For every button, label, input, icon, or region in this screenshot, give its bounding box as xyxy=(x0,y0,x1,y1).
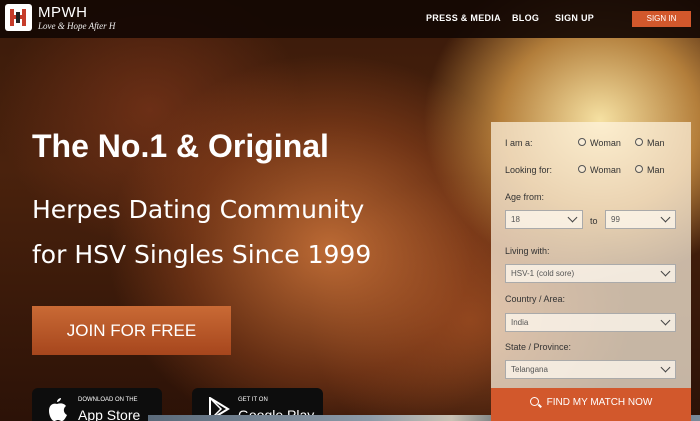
i-am-woman-label[interactable]: Woman xyxy=(590,138,621,148)
i-am-woman-radio[interactable] xyxy=(578,138,586,146)
i-am-man-radio[interactable] xyxy=(635,138,643,146)
search-icon xyxy=(529,396,539,406)
app-store-small-text: DOWNLOAD ON THE xyxy=(78,397,138,403)
chevron-down-icon xyxy=(660,362,671,373)
age-to-label: to xyxy=(590,216,598,226)
chevron-down-icon xyxy=(660,315,671,326)
nav-press-media[interactable]: PRESS & MEDIA xyxy=(426,13,501,23)
find-my-match-button[interactable]: FIND MY MATCH NOW xyxy=(491,388,691,421)
looking-for-man-label[interactable]: Man xyxy=(647,165,665,175)
state-select[interactable]: Telangana xyxy=(505,360,676,379)
looking-for-label: Looking for: xyxy=(505,165,553,175)
living-with-select[interactable]: HSV-1 (cold sore) xyxy=(505,264,676,283)
age-to-value: 99 xyxy=(611,215,620,224)
hero-subline-1: Herpes Dating Community xyxy=(32,195,365,224)
logo-tagline: Love & Hope After H xyxy=(38,21,116,31)
join-for-free-button[interactable]: JOIN FOR FREE xyxy=(32,306,231,355)
app-store-badge[interactable]: DOWNLOAD ON THE App Store xyxy=(32,388,162,421)
logo-name[interactable]: MPWH xyxy=(38,4,88,21)
sign-in-button[interactable]: SIGN IN xyxy=(632,11,691,27)
app-store-big-text: App Store xyxy=(78,407,141,421)
nav-sign-up[interactable]: SIGN UP xyxy=(555,13,594,23)
i-am-label: I am a: xyxy=(505,138,533,148)
chevron-down-icon xyxy=(660,266,671,277)
chevron-down-icon xyxy=(660,212,671,223)
age-to-select[interactable]: 99 xyxy=(605,210,676,229)
hero-subline-2: for HSV Singles Since 1999 xyxy=(32,240,372,269)
logo-icon[interactable] xyxy=(5,4,32,31)
looking-for-man-radio[interactable] xyxy=(635,165,643,173)
find-my-match-label: FIND MY MATCH NOW xyxy=(546,397,653,408)
country-value: India xyxy=(511,318,529,327)
chevron-down-icon xyxy=(567,212,578,223)
living-with-value: HSV-1 (cold sore) xyxy=(511,269,575,278)
apple-icon xyxy=(49,398,67,421)
looking-for-woman-label[interactable]: Woman xyxy=(590,165,621,175)
looking-for-woman-radio[interactable] xyxy=(578,165,586,173)
i-am-man-label[interactable]: Man xyxy=(647,138,665,148)
living-with-label: Living with: xyxy=(505,246,550,256)
state-value: Telangana xyxy=(511,365,548,374)
match-search-form: I am a: Woman Man Looking for: Woman Man… xyxy=(491,122,691,421)
google-play-small-text: GET IT ON xyxy=(238,397,268,403)
age-from-label: Age from: xyxy=(505,192,545,202)
top-navigation-bar: MPWH Love & Hope After H PRESS & MEDIA B… xyxy=(0,0,700,38)
state-label: State / Province: xyxy=(505,342,572,352)
country-select[interactable]: India xyxy=(505,313,676,332)
hero-headline: The No.1 & Original xyxy=(32,128,329,164)
age-from-select[interactable]: 18 xyxy=(505,210,583,229)
nav-blog[interactable]: BLOG xyxy=(512,13,539,23)
age-from-value: 18 xyxy=(511,215,520,224)
country-label: Country / Area: xyxy=(505,294,566,304)
